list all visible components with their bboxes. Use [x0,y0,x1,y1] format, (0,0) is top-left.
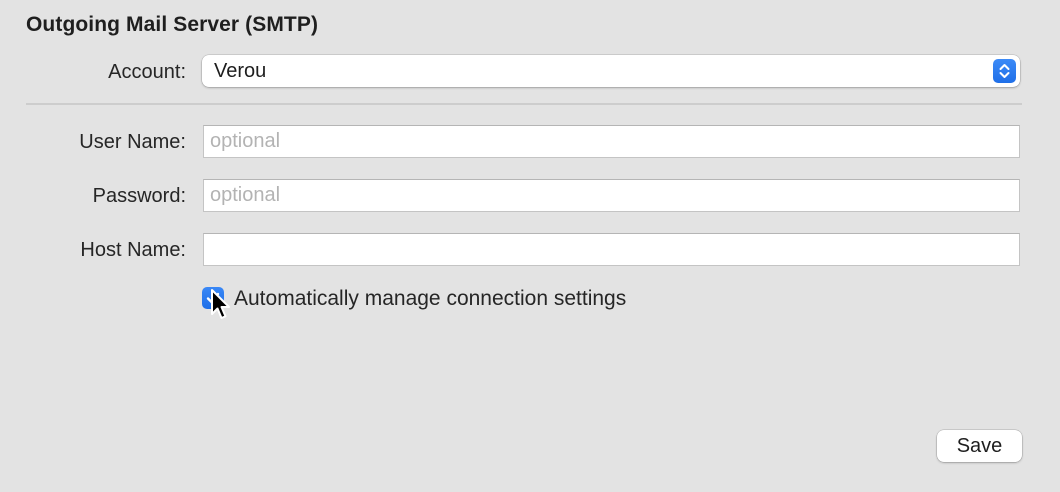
section-title: Outgoing Mail Server (SMTP) [26,13,319,36]
host-name-field[interactable] [203,233,1020,266]
host-name-label: Host Name: [80,239,186,261]
checkmark-icon [206,292,220,304]
password-field[interactable] [203,179,1020,212]
user-name-field[interactable] [203,125,1020,158]
account-label: Account: [108,61,186,83]
auto-manage-checkbox[interactable] [202,287,224,309]
save-button[interactable]: Save [937,430,1022,462]
account-popup[interactable]: Verou [202,55,1020,87]
chevron-up-down-icon[interactable] [993,59,1016,83]
section-divider [26,103,1022,105]
user-name-label: User Name: [79,131,186,153]
account-popup-value: Verou [214,60,267,82]
auto-manage-label[interactable]: Automatically manage connection settings [234,287,626,311]
password-label: Password: [92,185,186,207]
